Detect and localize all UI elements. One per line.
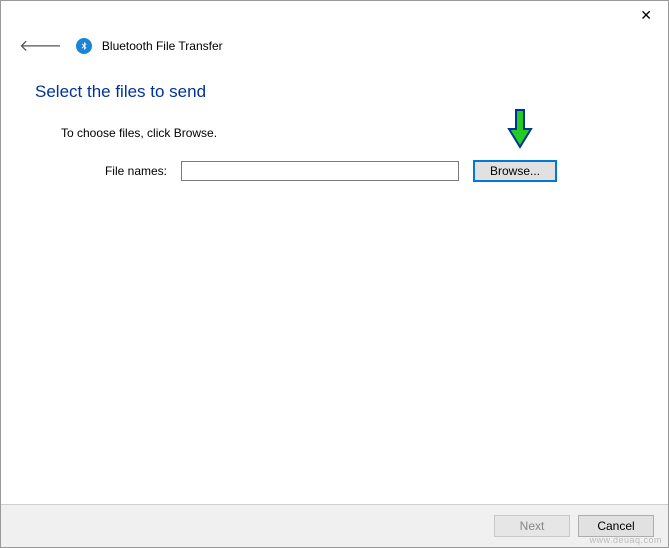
back-arrow-icon[interactable]: 🡐: [15, 33, 66, 58]
watermark-text: www.deuaq.com: [589, 535, 662, 545]
titlebar: ✕: [1, 1, 668, 27]
wizard-footer: Next Cancel: [1, 504, 668, 547]
app-title: Bluetooth File Transfer: [102, 39, 223, 53]
instruction-text: To choose files, click Browse.: [61, 126, 634, 140]
wizard-header: 🡐 Bluetooth File Transfer: [1, 27, 668, 66]
content-area: Select the files to send To choose files…: [1, 66, 668, 182]
bluetooth-icon: [76, 38, 92, 54]
browse-button[interactable]: Browse...: [473, 160, 557, 182]
file-names-label: File names:: [61, 164, 167, 178]
close-icon[interactable]: ✕: [634, 5, 658, 27]
file-names-input[interactable]: [181, 161, 459, 181]
page-heading: Select the files to send: [35, 82, 634, 102]
file-selection-row: File names: Browse...: [61, 160, 634, 182]
next-button: Next: [494, 515, 570, 537]
cancel-button[interactable]: Cancel: [578, 515, 654, 537]
